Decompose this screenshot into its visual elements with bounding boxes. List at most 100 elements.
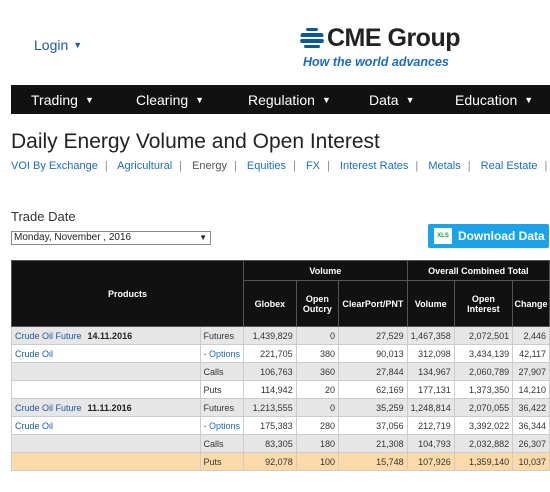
- product-cell[interactable]: Crude Oil: [11, 416, 201, 435]
- type-cell: Calls: [199, 434, 245, 453]
- value-cell: 1,213,555: [243, 398, 297, 417]
- download-data-button[interactable]: XLS Download Data: [428, 224, 549, 248]
- col-open-interest: Open Interest: [453, 280, 514, 327]
- subnav-interest-rates[interactable]: Interest Rates: [340, 160, 408, 172]
- product-name: Crude Oil Future: [15, 330, 82, 341]
- nav-label: Clearing: [136, 92, 189, 108]
- value-cell: 42,117: [512, 344, 550, 363]
- nav-label: Trading: [31, 92, 78, 108]
- product-date: 14.11.2016: [87, 330, 133, 341]
- trade-date-label: Trade Date: [11, 209, 76, 224]
- table-row: Crude Oil - Options 175,383 280 37,056 212,71…: [11, 416, 550, 435]
- subnav-fx[interactable]: FX: [306, 160, 320, 172]
- type-cell: Futures: [199, 326, 245, 345]
- value-cell: 35,259: [338, 398, 408, 417]
- logo-tagline: How the world advances: [303, 55, 449, 69]
- subnav-equities[interactable]: Equities: [247, 160, 286, 172]
- chevron-down-icon: ▼: [73, 40, 83, 50]
- voi-table: Products Volume Overall Combined Total G…: [10, 260, 550, 471]
- nav-label: Regulation: [248, 92, 315, 108]
- value-cell: 36,344: [512, 416, 550, 435]
- value-cell: 0: [295, 326, 340, 345]
- value-cell: 27,907: [512, 362, 550, 381]
- value-cell: 221,705: [243, 344, 297, 363]
- value-cell: 107,926: [406, 452, 455, 471]
- product-date: 11.11.2016: [87, 402, 132, 413]
- cme-logo[interactable]: CME Group How the world advances: [300, 24, 461, 69]
- col-globex: Globex: [243, 280, 297, 327]
- type-cell[interactable]: - Options: [199, 416, 245, 435]
- value-cell: 1,359,140: [453, 452, 514, 471]
- value-cell: 21,308: [338, 434, 408, 453]
- subnav-metals[interactable]: Metals: [428, 160, 460, 172]
- value-cell: 134,967: [406, 362, 455, 381]
- value-cell: 92,078: [243, 452, 297, 471]
- col-clearport: ClearPort/PNT: [338, 280, 408, 327]
- product-cell: [11, 434, 201, 453]
- subnav-real-estate[interactable]: Real Estate: [481, 160, 538, 172]
- value-cell: 83,305: [243, 434, 297, 453]
- product-name: Crude Oil Future: [15, 402, 82, 413]
- subnav-energy: Energy: [192, 160, 227, 172]
- nav-trading[interactable]: Trading ▼: [31, 92, 94, 108]
- value-cell: 37,056: [338, 416, 408, 435]
- value-cell: 2,070,055: [453, 398, 514, 417]
- product-cell: [11, 452, 201, 471]
- trade-date-select[interactable]: Monday, November , 2016 ▼: [11, 231, 211, 245]
- value-cell: 106,763: [243, 362, 297, 381]
- table-row: Calls 83,305 180 21,308 104,793 2,032,882 26,3…: [11, 434, 550, 453]
- product-cell: [11, 362, 201, 381]
- value-cell: 3,434,139: [453, 344, 514, 363]
- value-cell: 27,529: [338, 326, 408, 345]
- col-volume: Volume: [406, 280, 455, 327]
- value-cell: 1,467,358: [406, 326, 455, 345]
- xls-icon: XLS: [434, 228, 452, 244]
- chevron-down-icon: ▼: [321, 95, 331, 105]
- volume-group-header: Volume: [243, 260, 408, 281]
- value-cell: 2,060,789: [453, 362, 514, 381]
- main-nav: Trading ▼ Clearing ▼ Regulation ▼ Data ▼ Edu…: [11, 85, 550, 114]
- table-row: Puts 92,078 100 15,748 107,926 1,359,140 10,03…: [11, 452, 550, 471]
- value-cell: 36,422: [512, 398, 550, 417]
- value-cell: 1,248,814: [406, 398, 455, 417]
- subnav-voi-by-exchange[interactable]: VOI By Exchange: [11, 160, 98, 172]
- value-cell: 100: [295, 452, 340, 471]
- table-row: Crude Oil - Options 221,705 380 90,013 312,09…: [11, 344, 550, 363]
- product-name: Crude Oil: [15, 348, 54, 359]
- value-cell: 175,383: [243, 416, 297, 435]
- type-cell: Puts: [199, 380, 245, 399]
- value-cell: 180: [295, 434, 340, 453]
- category-subnav: VOI By Exchange | Agricultural | Energy | E…: [11, 160, 548, 172]
- nav-regulation[interactable]: Regulation ▼: [248, 92, 331, 108]
- type-cell[interactable]: - Options: [199, 344, 245, 363]
- value-cell: 2,446: [512, 326, 550, 345]
- value-cell: 177,131: [406, 380, 455, 399]
- table-row: Crude Oil Future 14.11.2016 Futures 1,439,8…: [11, 326, 550, 345]
- table-row: Puts 114,942 20 62,169 177,131 1,373,350 14,21…: [11, 380, 550, 399]
- col-change: Change: [512, 280, 550, 327]
- products-header: Products: [10, 260, 245, 327]
- dropdown-arrow-icon: ▼: [199, 233, 207, 242]
- value-cell: 212,719: [406, 416, 455, 435]
- nav-label: Data: [369, 92, 399, 108]
- nav-label: Education: [455, 92, 518, 108]
- value-cell: 114,942: [243, 380, 297, 399]
- download-data-label: Download Data: [458, 229, 545, 243]
- nav-data[interactable]: Data ▼: [369, 92, 415, 108]
- value-cell: 26,307: [512, 434, 550, 453]
- subnav-agricultural[interactable]: Agricultural: [117, 160, 172, 172]
- product-cell[interactable]: Crude Oil: [11, 344, 201, 363]
- nav-education[interactable]: Education ▼: [455, 92, 533, 108]
- nav-clearing[interactable]: Clearing ▼: [136, 92, 204, 108]
- product-cell: [11, 380, 201, 399]
- login-label: Login: [34, 37, 69, 53]
- value-cell: 62,169: [338, 380, 408, 399]
- product-cell[interactable]: Crude Oil Future 14.11.2016: [11, 326, 201, 345]
- chevron-down-icon: ▼: [524, 95, 534, 105]
- product-cell[interactable]: Crude Oil Future 11.11.2016: [11, 398, 201, 417]
- chevron-down-icon: ▼: [195, 95, 205, 105]
- login-menu[interactable]: Login ▼: [34, 37, 82, 53]
- globe-icon: [300, 26, 324, 51]
- value-cell: 10,037: [512, 452, 550, 471]
- value-cell: 27,844: [338, 362, 408, 381]
